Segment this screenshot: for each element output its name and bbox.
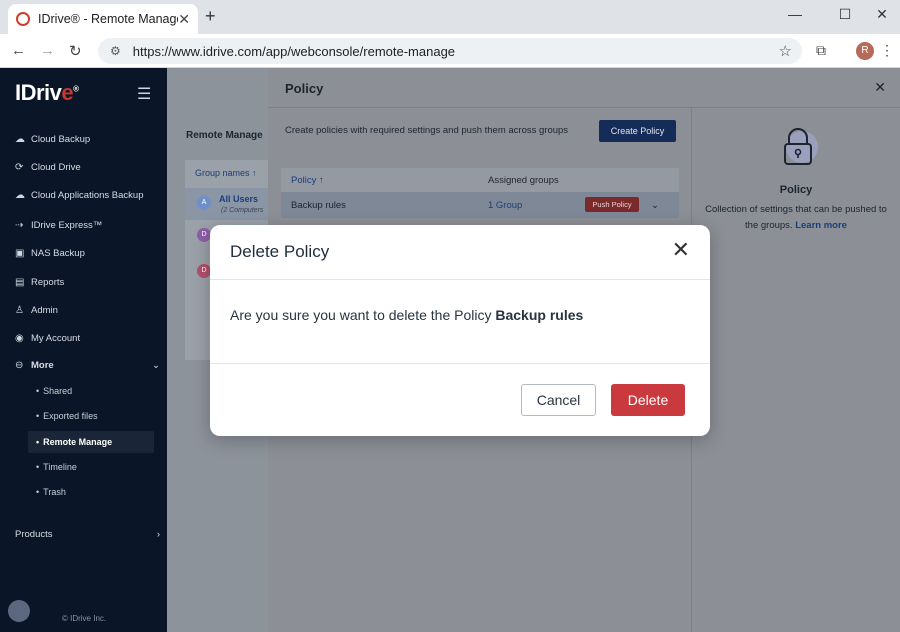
policy-name: Backup rules (495, 307, 584, 323)
sidebar-item-more[interactable]: ⊖ More ⌄ (15, 360, 160, 371)
tab-title: IDrive® - Remote Manage (38, 12, 179, 26)
back-arrow-icon[interactable]: ← (11, 42, 26, 59)
sidebar-subitem-exported[interactable]: • Exported files (36, 411, 98, 421)
sidebar-item-express[interactable]: ⇢ IDrive Express™ (15, 220, 102, 231)
dialog-message: Are you sure you want to delete the Poli… (230, 307, 584, 323)
info-title: Policy (779, 184, 813, 196)
express-icon: ⇢ (15, 220, 24, 231)
sidebar-item-reports[interactable]: ▤ Reports (15, 277, 64, 288)
dialog-title: Delete Policy (230, 242, 330, 261)
info-text: Collection of settings that can be pushe… (705, 204, 887, 231)
chevron-down-icon: ⌄ (152, 360, 160, 371)
sidebar-item-cloud-apps[interactable]: ☁ Cloud Applications Backup (15, 190, 144, 201)
admin-icon: ♙ (15, 305, 24, 316)
chevron-right-icon: › (156, 529, 160, 540)
table-header: Policy ↑ Assigned groups (281, 168, 679, 192)
sidebar-subitem-trash[interactable]: • Trash (36, 487, 66, 497)
assigned-groups-link[interactable]: 1 Group (488, 200, 522, 211)
tab-close-icon[interactable]: ✕ (178, 11, 190, 28)
sidebar-subitem-remote-manage[interactable]: • Remote Manage (28, 431, 154, 453)
group-avatar[interactable]: D (197, 228, 211, 242)
browser-tabbar: IDrive® - Remote Manage ✕ + — ☐ ✕ (0, 0, 900, 34)
sidebar-subitem-shared[interactable]: • Shared (36, 386, 72, 396)
cancel-button[interactable]: Cancel (521, 384, 596, 416)
nas-icon: ▣ (15, 248, 25, 259)
dialog-close-icon[interactable]: ✕ (672, 239, 690, 261)
drawer-title: Policy (285, 81, 324, 96)
delete-policy-dialog: Delete Policy ✕ Are you sure you want to… (210, 225, 710, 436)
idrive-logo[interactable]: IDrive® (15, 80, 79, 106)
create-policy-button[interactable]: Create Policy (599, 120, 676, 142)
reports-icon: ▤ (15, 277, 25, 288)
drawer-description: Create policies with required settings a… (285, 125, 569, 136)
cookie-settings-icon[interactable] (8, 600, 30, 622)
lock-icon (784, 128, 818, 165)
extensions-icon[interactable]: ⧉ (816, 42, 826, 59)
address-bar-row: ← → ↻ ⚙ https://www.idrive.com/app/webco… (0, 34, 900, 68)
copyright-text: © IDrive Inc. (62, 614, 107, 623)
maximize-button[interactable]: ☐ (830, 6, 860, 23)
browser-menu-icon[interactable]: ⋮ (880, 42, 894, 59)
group-avatar[interactable]: D (197, 264, 211, 278)
policy-column-header[interactable]: Policy ↑ (291, 175, 324, 186)
sidebar-item-admin[interactable]: ♙ Admin (15, 305, 58, 316)
drawer-close-icon[interactable]: ✕ (874, 79, 886, 96)
sidebar-item-cloud-backup[interactable]: ☁ Cloud Backup (15, 134, 90, 145)
url-field[interactable]: ⚙ https://www.idrive.com/app/webconsole/… (98, 38, 802, 64)
forward-arrow-icon[interactable]: → (40, 42, 55, 59)
site-settings-icon[interactable]: ⚙ (110, 44, 121, 58)
minimize-button[interactable]: — (780, 6, 810, 22)
sidebar-item-products[interactable]: Products › (15, 529, 160, 540)
drawer-header: Policy ✕ (268, 68, 900, 108)
dialog-divider (210, 363, 710, 364)
sidebar-item-my-account[interactable]: ◉ My Account (15, 333, 80, 344)
cloud-drive-icon: ⟳ (15, 162, 24, 173)
group-names-header[interactable]: Group names ↑ (195, 168, 257, 178)
chevron-down-icon[interactable]: ⌄ (651, 200, 659, 211)
more-icon: ⊖ (15, 360, 24, 371)
new-tab-button[interactable]: + (205, 6, 216, 27)
assigned-groups-column-header: Assigned groups (488, 175, 559, 186)
browser-tab[interactable]: IDrive® - Remote Manage ✕ (8, 4, 198, 34)
sidebar-item-nas[interactable]: ▣ NAS Backup (15, 248, 85, 259)
idrive-favicon-icon (16, 12, 30, 26)
profile-avatar[interactable]: R (856, 42, 874, 60)
url-text: https://www.idrive.com/app/webconsole/re… (132, 43, 456, 59)
group-avatar: A (197, 196, 211, 210)
dialog-header: Delete Policy ✕ (210, 225, 710, 280)
sidebar-item-cloud-drive[interactable]: ⟳ Cloud Drive (15, 162, 81, 173)
hamburger-menu-icon[interactable]: ☰ (137, 84, 151, 104)
policy-table: Policy ↑ Assigned groups Backup rules 1 … (281, 168, 679, 218)
sidebar-subitem-timeline[interactable]: • Timeline (36, 462, 77, 472)
reload-icon[interactable]: ↻ (69, 42, 82, 60)
learn-more-link[interactable]: Learn more (795, 220, 847, 231)
window-close-button[interactable]: ✕ (867, 6, 897, 23)
delete-button[interactable]: Delete (611, 384, 685, 416)
app-sidebar: IDrive® ☰ ☁ Cloud Backup ⟳ Cloud Drive ☁ Cl… (0, 68, 167, 632)
table-row[interactable]: Backup rules 1 Group Push Policy ⌄ (281, 192, 679, 218)
policy-name-cell: Backup rules (291, 200, 346, 211)
page-title: Remote Manage (186, 130, 263, 141)
apps-backup-icon: ☁ (15, 190, 25, 201)
push-policy-button[interactable]: Push Policy (585, 197, 639, 212)
account-icon: ◉ (15, 333, 24, 344)
bookmark-star-icon[interactable]: ☆ (779, 42, 792, 60)
group-item-all-users[interactable]: A All Users (2 Computers (185, 188, 268, 220)
cloud-backup-icon: ☁ (15, 134, 25, 145)
